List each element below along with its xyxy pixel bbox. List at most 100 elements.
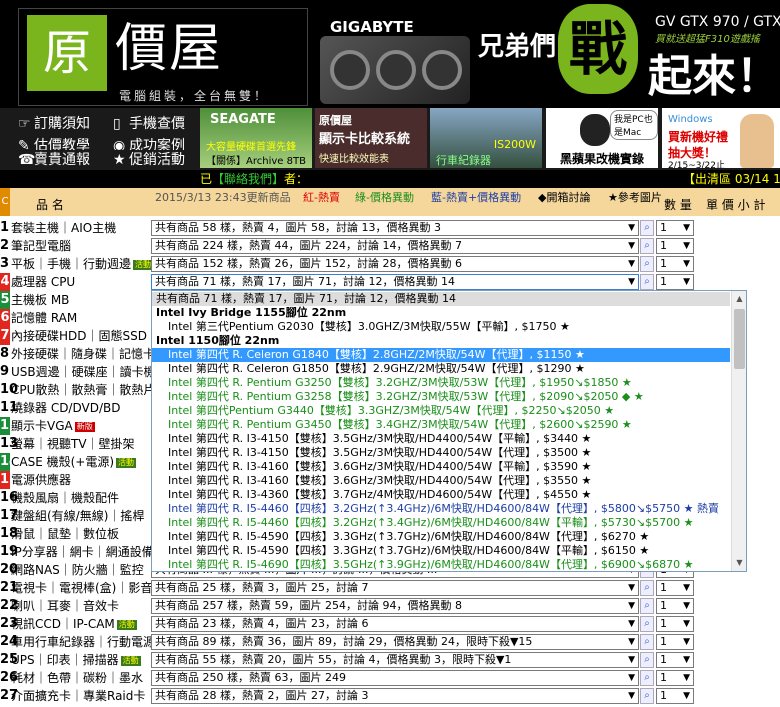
category-link[interactable]: USB週邊｜硬碟座｜讀卡機 (11, 363, 151, 381)
quantity-select[interactable]: 1▼ (656, 634, 694, 650)
quantity-select[interactable]: 1▼ (656, 688, 694, 704)
category-link[interactable]: CASE 機殼(+電源) 活動 (11, 453, 151, 471)
dropdown-option[interactable]: Intel 第四代 R. I3-4160【雙核】3.6GHz/3M快取/HD44… (152, 474, 730, 488)
magnifier-icon[interactable]: ⌕ (640, 274, 654, 290)
dropdown-option[interactable]: Intel 第四代 R. I3-4150【雙核】3.5GHz/3M快取/HD44… (152, 432, 730, 446)
col-name: 品 名 (36, 198, 64, 212)
vga-compare-banner[interactable]: 原價屋 顯示卡比較系統 快速比較效能表 (315, 108, 427, 168)
quantity-select[interactable]: 1▼ (656, 652, 694, 668)
quantity-select[interactable]: 1▼ (656, 220, 694, 236)
contact-link[interactable]: 【聯絡我們】 (212, 172, 284, 186)
dropdown-option[interactable]: Intel 第四代 R. Pentium G3250【雙核】3.2GHZ/3M快… (152, 376, 730, 390)
dropdown-option[interactable]: 共有商品 71 樣，熱賣 17，圖片 71，討論 12，價格異動 14 (152, 292, 730, 306)
dashcam-banner[interactable]: IS200W 行車紀錄器 (430, 108, 542, 168)
category-link[interactable]: 顯示卡VGA 新版 (11, 417, 151, 435)
product-select[interactable]: 共有商品 23 樣，熱賣 4，圖片 23，討論 6 ▼ (151, 616, 639, 632)
category-link[interactable]: 處理器 CPU (11, 273, 151, 291)
product-select[interactable]: 共有商品 28 樣，熱賣 2，圖片 27，討論 3 ▼ (151, 688, 639, 704)
category-link[interactable]: 平板｜手機｜行動週邊 活動 (11, 255, 151, 273)
category-link[interactable]: 車用行車紀錄器｜行動電源 (11, 633, 151, 651)
magnifier-icon[interactable]: ⌕ (640, 688, 654, 704)
scroll-thumb[interactable] (734, 309, 745, 369)
chevron-down-icon: ▼ (683, 673, 690, 683)
dropdown-option[interactable]: Intel 第四代 R. I5-4460【四核】3.2GHz(↑3.4GHz)/… (152, 502, 730, 516)
magnifier-icon[interactable]: ⌕ (640, 652, 654, 668)
order-notice-link[interactable]: ☞ 訂購須知 (18, 114, 90, 134)
legend-reference-image: ★參考圖片 (608, 191, 662, 204)
hackintosh-banner[interactable]: 我是PC也是Mac 黑蘋果改機實錄 (546, 108, 658, 168)
magnifier-icon[interactable]: ⌕ (640, 670, 654, 686)
product-select[interactable]: 共有商品 71 樣，熱賣 17，圖片 71，討論 12，價格異動 14 ▼ (151, 274, 639, 290)
category-link[interactable]: 套裝主機｜AIO主機 (11, 219, 151, 237)
quantity-select[interactable]: 1▼ (656, 274, 694, 290)
dropdown-option[interactable]: Intel 第四代 R. Celeron G1840【雙核】2.8GHZ/2M快… (152, 348, 730, 362)
seagate-banner[interactable]: SEAGATE 大容量硬碟首選先鋒 【關係】Archive 8TB HDD (200, 108, 312, 168)
dropdown-option[interactable]: Intel 第四代 R. I5-4690【四核】3.5GHz(↑3.9GHz)/… (152, 558, 730, 571)
category-link[interactable]: 螢幕｜視聽TV｜壁掛架 (11, 435, 151, 453)
product-select[interactable]: 共有商品 224 樣，熱賣 44，圖片 224，討論 14，價格異動 7 ▼ (151, 238, 639, 254)
category-link[interactable]: 滑鼠｜鼠墊｜數位板 (11, 525, 151, 543)
category-link[interactable]: 喇叭｜耳麥｜音效卡 (11, 597, 151, 615)
dropdown-option[interactable]: Intel 第四代 R. I3-4150【雙核】3.5GHz/3M快取/HD44… (152, 446, 730, 460)
magnifier-icon[interactable]: ⌕ (640, 220, 654, 236)
product-select[interactable]: 共有商品 58 樣，熱賣 4，圖片 58，討論 13，價格異動 3 ▼ (151, 220, 639, 236)
dropdown-option[interactable]: Intel 第四代 R. I5-4590【四核】3.3GHz(↑3.7GHz)/… (152, 530, 730, 544)
category-link[interactable]: 記憶體 RAM (11, 309, 151, 327)
category-link[interactable]: 介面擴充卡｜專業Raid卡 (11, 687, 151, 705)
category-link[interactable]: 耗材｜色帶｜碳粉｜墨水 (11, 669, 151, 687)
dropdown-option[interactable]: Intel 第三代Pentium G2030【雙核】3.0GHZ/3M快取/55… (152, 320, 730, 334)
category-link[interactable]: 電視卡｜電視棒(盒)｜影音 (11, 579, 151, 597)
site-logo[interactable]: 原 價屋 電腦組裝，全台無雙！ (18, 8, 308, 106)
product-select[interactable]: 共有商品 89 樣，熱賣 36，圖片 89，討論 29，價格異動 24，限時下殺… (151, 634, 639, 650)
category-link[interactable]: CPU散熱｜散熱膏｜散熱片 (11, 381, 151, 399)
scroll-up-icon[interactable]: ▲ (732, 291, 746, 307)
category-link[interactable]: 機殼風扇｜機殼配件 (11, 489, 151, 507)
clearance-notice[interactable]: 【出清區 03/14 13 (683, 170, 780, 188)
dropdown-option[interactable]: Intel 第四代 R. I5-4590【四核】3.3GHz(↑3.7GHz)/… (152, 544, 730, 558)
product-select[interactable]: 共有商品 55 樣，熱賣 20，圖片 55，討論 4，價格異動 3，限時下殺▼1… (151, 652, 639, 668)
category-link[interactable]: 電源供應器 (11, 471, 151, 489)
row-number: 4 (0, 273, 10, 291)
magnifier-icon[interactable]: ⌕ (640, 634, 654, 650)
dropdown-option[interactable]: Intel 第四代 R. Pentium G3258【雙核】3.2GHZ/3M快… (152, 390, 730, 404)
quantity-select[interactable]: 1▼ (656, 256, 694, 272)
category-link[interactable]: 網路NAS｜防火牆｜監控 (11, 561, 151, 579)
category-link[interactable]: 外接硬碟｜隨身碟｜記憶卡 (11, 345, 151, 363)
windows-banner[interactable]: Windows 買新機好禮 抽大獎！ 2/15~3/22止 (662, 108, 780, 168)
category-link[interactable]: 鍵盤組(有線/無線)｜搖桿 (11, 507, 151, 525)
quantity-select[interactable]: 1▼ (656, 616, 694, 632)
quantity-select[interactable]: 1▼ (656, 580, 694, 596)
table-row: 27 介面擴充卡｜專業Raid卡 共有商品 28 樣，熱賣 2，圖片 27，討論 3… (0, 687, 780, 705)
product-select[interactable]: 共有商品 250 樣，熱賣 63，圖片 249 ▼ (151, 670, 639, 686)
category-link[interactable]: 內接硬碟HDD｜固態SSD (11, 327, 151, 345)
promotions-link[interactable]: ★ 促銷活動 (113, 150, 185, 170)
dropdown-option[interactable]: Intel 第四代 R. I5-4460【四核】3.2GHz(↑3.4GHz)/… (152, 516, 730, 530)
scroll-down-icon[interactable]: ▼ (732, 555, 746, 571)
magnifier-icon[interactable]: ⌕ (640, 580, 654, 596)
dropdown-option[interactable]: Intel 第四代Pentium G3440【雙核】3.3GHZ/3M快取/54… (152, 404, 730, 418)
category-link[interactable]: 燒錄器 CD/DVD/BD (11, 399, 151, 417)
cpu-dropdown-list[interactable]: 共有商品 71 樣，熱賣 17，圖片 71，討論 12，價格異動 14 Intel… (151, 290, 747, 572)
quantity-select[interactable]: 1▼ (656, 238, 694, 254)
magnifier-icon[interactable]: ⌕ (640, 598, 654, 614)
category-link[interactable]: 筆記型電腦 (11, 237, 151, 255)
category-link[interactable]: IP分享器｜網卡｜網通設備 (11, 543, 151, 561)
quantity-select[interactable]: 1▼ (656, 670, 694, 686)
category-link[interactable]: UPS｜印表｜掃描器 活動 (11, 651, 151, 669)
dropdown-option[interactable]: Intel 第四代 R. Celeron G1850【雙核】2.9GHZ/2M快… (152, 362, 730, 376)
magnifier-icon[interactable]: ⌕ (640, 616, 654, 632)
magnifier-icon[interactable]: ⌕ (640, 238, 654, 254)
category-link[interactable]: 主機板 MB (11, 291, 151, 309)
report-link[interactable]: ☎賣貴通報 (18, 150, 90, 170)
dropdown-scrollbar[interactable]: ▲ ▼ (731, 291, 746, 571)
dropdown-option[interactable]: Intel 第四代 R. I3-4160【雙核】3.6GHz/3M快取/HD44… (152, 460, 730, 474)
product-select[interactable]: 共有商品 25 樣，熱賣 3，圖片 25，討論 7 ▼ (151, 580, 639, 596)
dropdown-option[interactable]: Intel 第四代 R. Pentium G3450【雙核】3.4GHZ/3M快… (152, 418, 730, 432)
product-select[interactable]: 共有商品 152 樣，熱賣 26，圖片 152，討論 28，價格異動 6 ▼ (151, 256, 639, 272)
magnifier-icon[interactable]: ⌕ (640, 256, 654, 272)
mobile-lookup-link[interactable]: ▯ 手機查價 (113, 114, 185, 134)
product-select[interactable]: 共有商品 257 樣，熱賣 59，圖片 254，討論 94，價格異動 8 ▼ (151, 598, 639, 614)
category-link[interactable]: 視訊CCD｜IP-CAM 活動 (11, 615, 151, 633)
dropdown-option[interactable]: Intel 第四代 R. I3-4360【雙核】3.7GHz/4M快取/HD46… (152, 488, 730, 502)
quantity-select[interactable]: 1▼ (656, 598, 694, 614)
